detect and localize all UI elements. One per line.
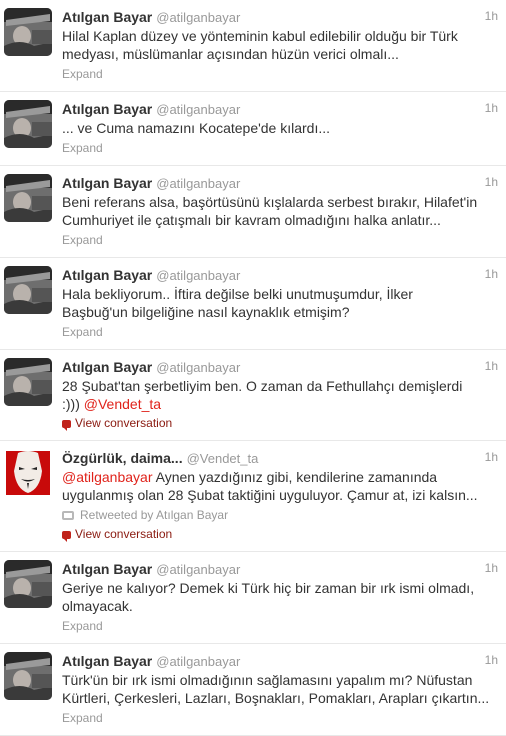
author-handle[interactable]: @atilganbayar <box>156 176 240 191</box>
author-handle[interactable]: @atilganbayar <box>156 360 240 375</box>
tweet-item[interactable]: Atılgan Bayar @atilganbayar 1h 28 Şubat't… <box>0 350 506 441</box>
tweet-timestamp[interactable]: 1h <box>485 101 498 115</box>
author-handle[interactable]: @atilganbayar <box>156 654 240 669</box>
tweet-text: ... ve Cuma namazını Kocatepe'de kılardı… <box>62 119 494 137</box>
user-avatar[interactable] <box>4 100 52 148</box>
tweet-text-line: olmayacak. <box>62 598 133 614</box>
tweet-timestamp[interactable]: 1h <box>485 561 498 575</box>
user-avatar[interactable] <box>4 652 52 700</box>
tweet-text-line: Hilal Kaplan düzey ve yönteminin kabul e… <box>62 28 458 44</box>
tweet-text-line: Cumhuriyet ile çatışmalı bir kavram olma… <box>62 212 441 228</box>
tweet-item[interactable]: Atılgan Bayar @atilganbayar 1h Hala bekli… <box>0 258 506 350</box>
tweet-text-line: uygulanmış olan 28 Şubat taktiğini uygul… <box>62 487 478 503</box>
conversation-bubble-icon <box>62 420 71 431</box>
author-name[interactable]: Atılgan Bayar <box>62 175 152 191</box>
tweet-text-line: Başbuğ'un bilgeliğine nasıl kaynaklık et… <box>62 304 350 320</box>
tweet-timestamp[interactable]: 1h <box>485 175 498 189</box>
author-handle[interactable]: @atilganbayar <box>156 562 240 577</box>
tweet-text-line: Geriye ne kalıyor? Demek ki Türk hiç bir… <box>62 580 475 596</box>
tweet-item[interactable]: Atılgan Bayar @atilganbayar 1h ... ve Cum… <box>0 92 506 166</box>
tweet-text-line: Kürtleri, Çerkesleri, Lazları, Boşnaklar… <box>62 690 490 706</box>
author-handle[interactable]: @atilganbayar <box>156 10 240 25</box>
tweet-text: Beni referans alsa, başörtüsünü kışlalar… <box>62 193 494 229</box>
tweet-text-fragment: :))) <box>62 396 84 412</box>
tweet-timestamp[interactable]: 1h <box>485 9 498 23</box>
tweet-text-line: :))) @Vendet_ta <box>62 395 494 413</box>
retweeted-by-label: Retweeted by Atılgan Bayar <box>80 508 229 522</box>
view-conversation-label: View conversation <box>75 416 173 430</box>
user-avatar[interactable] <box>4 560 52 608</box>
mention-link[interactable]: @atilganbayar <box>62 469 153 485</box>
user-avatar[interactable] <box>4 266 52 314</box>
author-name[interactable]: Atılgan Bayar <box>62 359 152 375</box>
tweet-item[interactable]: Atılgan Bayar @atilganbayar 1h Geriye ne … <box>0 552 506 644</box>
expand-link[interactable]: Expand <box>62 140 494 157</box>
author-name[interactable]: Özgürlük, daima... <box>62 450 183 466</box>
tweet-text-line: Hala bekliyorum.. İftira değilse belki u… <box>62 286 413 302</box>
user-avatar[interactable] <box>4 449 52 497</box>
view-conversation-link[interactable]: View conversation <box>62 526 494 543</box>
tweet-text: Hilal Kaplan düzey ve yönteminin kabul e… <box>62 27 494 63</box>
tweet-text-line: ... ve Cuma namazını Kocatepe'de kılardı… <box>62 120 331 136</box>
tweet-timestamp[interactable]: 1h <box>485 450 498 464</box>
author-handle[interactable]: @Vendet_ta <box>187 451 259 466</box>
tweet-timestamp[interactable]: 1h <box>485 359 498 373</box>
tweet-item[interactable]: Atılgan Bayar @atilganbayar 1h Beni refer… <box>0 166 506 258</box>
expand-link[interactable]: Expand <box>62 66 494 83</box>
view-conversation-label: View conversation <box>75 527 173 541</box>
author-name[interactable]: Atılgan Bayar <box>62 267 152 283</box>
mention-link[interactable]: @Vendet_ta <box>84 396 161 412</box>
tweet-text: Türk'ün bir ırk ismi olmadığının sağlama… <box>62 671 494 707</box>
author-name[interactable]: Atılgan Bayar <box>62 653 152 669</box>
tweet-text: Hala bekliyorum.. İftira değilse belki u… <box>62 285 494 321</box>
tweet-item[interactable]: Atılgan Bayar @atilganbayar 1h Türk'ün bi… <box>0 644 506 736</box>
expand-link[interactable]: Expand <box>62 618 494 635</box>
author-handle[interactable]: @atilganbayar <box>156 268 240 283</box>
tweet-text: 28 Şubat'tan şerbetliyim ben. O zaman da… <box>62 377 494 413</box>
tweet-item[interactable]: Özgürlük, daima... @Vendet_ta 1h @atilgan… <box>0 441 506 552</box>
tweet-text-line: Beni referans alsa, başörtüsünü kışlalar… <box>62 194 478 210</box>
tweet-text: Geriye ne kalıyor? Demek ki Türk hiç bir… <box>62 579 494 615</box>
tweet-timeline: Atılgan Bayar @atilganbayar 1h Hilal Kapl… <box>0 0 506 736</box>
tweet-timestamp[interactable]: 1h <box>485 653 498 667</box>
author-handle[interactable]: @atilganbayar <box>156 102 240 117</box>
tweet-text-line: 28 Şubat'tan şerbetliyim ben. O zaman da… <box>62 378 463 394</box>
user-avatar[interactable] <box>4 8 52 56</box>
expand-link[interactable]: Expand <box>62 232 494 249</box>
expand-link[interactable]: Expand <box>62 324 494 341</box>
retweeted-by: Retweeted by Atılgan Bayar <box>62 507 494 524</box>
expand-link[interactable]: Expand <box>62 710 494 727</box>
view-conversation-link[interactable]: View conversation <box>62 415 494 432</box>
conversation-bubble-icon <box>62 531 71 542</box>
retweet-icon <box>62 511 74 520</box>
author-name[interactable]: Atılgan Bayar <box>62 101 152 117</box>
tweet-text-line: Türk'ün bir ırk ismi olmadığının sağlama… <box>62 672 473 688</box>
user-avatar[interactable] <box>4 174 52 222</box>
tweet-text: @atilganbayar Aynen yazdığınız gibi, ken… <box>62 468 494 504</box>
tweet-text-line: medyası, müslümanlar açısından hüzün ver… <box>62 46 399 62</box>
tweet-text-fragment: Aynen yazdığınız gibi, kendilerine zaman… <box>152 469 438 485</box>
tweet-timestamp[interactable]: 1h <box>485 267 498 281</box>
tweet-item[interactable]: Atılgan Bayar @atilganbayar 1h Hilal Kapl… <box>0 0 506 92</box>
author-name[interactable]: Atılgan Bayar <box>62 561 152 577</box>
user-avatar[interactable] <box>4 358 52 406</box>
author-name[interactable]: Atılgan Bayar <box>62 9 152 25</box>
tweet-text-line: @atilganbayar Aynen yazdığınız gibi, ken… <box>62 468 494 486</box>
